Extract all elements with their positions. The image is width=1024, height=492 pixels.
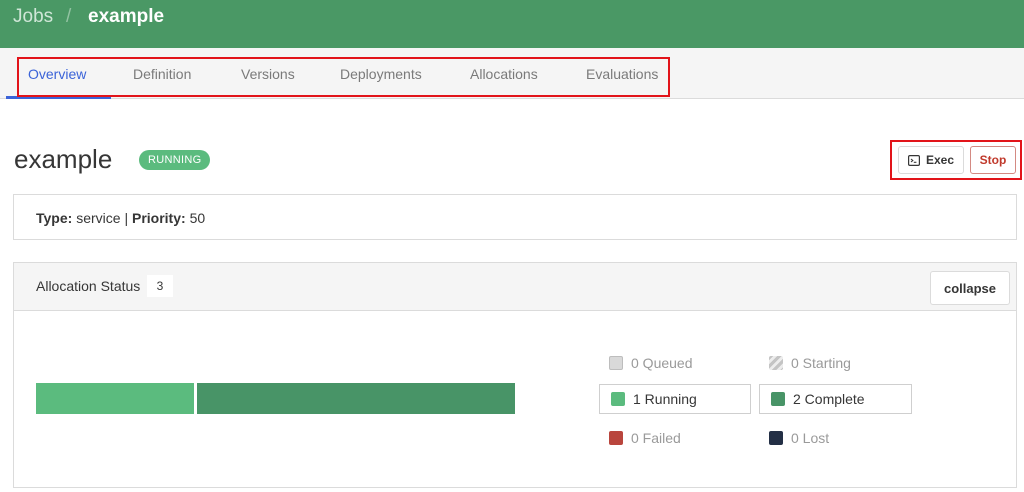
type-value: service [76, 210, 121, 226]
breadcrumb-current[interactable]: example [88, 6, 164, 28]
allocation-bar-running[interactable] [36, 383, 194, 414]
collapse-button[interactable]: collapse [930, 271, 1010, 305]
breadcrumb-separator: / [66, 6, 72, 27]
tab-allocations[interactable]: Allocations [470, 66, 538, 82]
lost-swatch [769, 431, 783, 445]
tab-deployments[interactable]: Deployments [340, 66, 422, 82]
job-summary-text: Type: service | Priority: 50 [36, 210, 205, 226]
priority-value: 50 [189, 210, 206, 226]
status-badge: RUNNING [139, 150, 211, 170]
starting-swatch [769, 356, 783, 370]
legend-complete[interactable]: 2 Complete [759, 384, 912, 414]
active-tab-indicator [6, 96, 111, 99]
legend-lost: 0 Lost [769, 423, 829, 453]
tab-overview[interactable]: Overview [28, 66, 86, 82]
legend-queued-label: 0 Queued [631, 355, 693, 371]
allocation-status-panel: Allocation Status 3 collapse 0 Queued 0 … [13, 262, 1017, 488]
legend-complete-label: 2 Complete [793, 391, 865, 407]
allocation-count-badge: 3 [147, 275, 173, 297]
type-label: Type: [36, 210, 73, 226]
tab-definition[interactable]: Definition [133, 66, 191, 82]
priority-label: Priority: [131, 210, 186, 226]
tab-versions[interactable]: Versions [241, 66, 295, 82]
legend-running-label: 1 Running [633, 391, 697, 407]
legend-starting: 0 Starting [769, 348, 851, 378]
complete-swatch [771, 392, 785, 406]
allocation-status-title: Allocation Status [36, 278, 141, 294]
stop-button-label: Stop [979, 153, 1007, 167]
queued-swatch [609, 356, 623, 370]
tab-evaluations[interactable]: Evaluations [586, 66, 658, 82]
tab-bar: Overview Definition Versions Deployments… [0, 48, 1024, 99]
exec-button-label: Exec [925, 153, 955, 167]
exec-button[interactable]: Exec [898, 146, 964, 174]
allocation-status-header: Allocation Status 3 collapse [14, 263, 1016, 311]
breadcrumb-jobs[interactable]: Jobs [13, 6, 53, 28]
legend-lost-label: 0 Lost [791, 430, 830, 446]
job-summary: Type: service | Priority: 50 [13, 194, 1017, 240]
legend-queued: 0 Queued [609, 348, 693, 378]
allocation-bar-complete[interactable] [197, 383, 515, 414]
terminal-icon [907, 154, 920, 166]
legend-running[interactable]: 1 Running [599, 384, 751, 414]
running-swatch [611, 392, 625, 406]
app-header: Jobs / example [0, 0, 1024, 48]
page-title: example [14, 144, 113, 174]
stop-button[interactable]: Stop [970, 146, 1016, 174]
summary-divider: | [124, 210, 129, 226]
failed-swatch [609, 431, 623, 445]
legend-failed: 0 Failed [609, 423, 681, 453]
legend-failed-label: 0 Failed [631, 430, 681, 446]
legend-starting-label: 0 Starting [791, 355, 851, 371]
